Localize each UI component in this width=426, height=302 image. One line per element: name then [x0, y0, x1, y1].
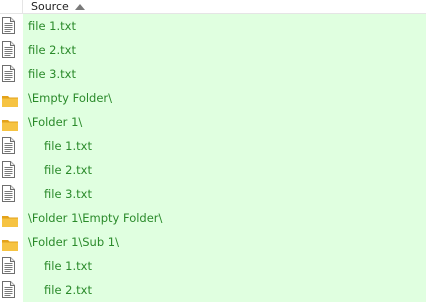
row-content[interactable]: file 1.txt: [23, 14, 426, 38]
column-header-bar: Source: [0, 0, 426, 14]
row-content[interactable]: file 2.txt: [23, 278, 426, 302]
row-content[interactable]: \Empty Folder\: [23, 86, 426, 110]
folder-icon: [2, 92, 18, 111]
row-content[interactable]: file 2.txt: [23, 158, 426, 182]
row-label: \Folder 1\Sub 1\: [28, 235, 119, 249]
row-content[interactable]: file 3.txt: [23, 182, 426, 206]
row-icon-cell: [0, 206, 23, 230]
folder-icon: [2, 116, 18, 135]
row-content[interactable]: \Folder 1\Sub 1\: [23, 230, 426, 254]
row-label: file 2.txt: [44, 283, 92, 297]
row-icon-cell: [0, 62, 23, 86]
text-file-icon: [2, 161, 15, 182]
text-file-icon: [2, 185, 15, 206]
text-file-icon: [2, 257, 15, 278]
row-label: \Folder 1\Empty Folder\: [28, 211, 163, 225]
row-content[interactable]: \Folder 1\: [23, 110, 426, 134]
row-label: \Empty Folder\: [28, 91, 113, 105]
row-content[interactable]: file 2.txt: [23, 38, 426, 62]
row-label: file 2.txt: [44, 163, 92, 177]
row-label: file 3.txt: [44, 187, 92, 201]
row-content[interactable]: \Folder 1\Empty Folder\: [23, 206, 426, 230]
text-file-icon: [2, 41, 15, 62]
folder-row[interactable]: \Folder 1\: [0, 110, 426, 134]
row-icon-cell: [0, 182, 23, 206]
folder-icon: [2, 236, 18, 255]
row-label: \Folder 1\: [28, 115, 83, 129]
folder-icon: [2, 212, 18, 231]
text-file-icon: [2, 137, 15, 158]
row-icon-cell: [0, 254, 23, 278]
row-label: file 1.txt: [28, 19, 76, 33]
file-row[interactable]: file 3.txt: [0, 62, 426, 86]
row-icon-cell: [0, 110, 23, 134]
row-content[interactable]: file 3.txt: [23, 62, 426, 86]
row-icon-cell: [0, 14, 23, 38]
row-icon-cell: [0, 86, 23, 110]
row-label: file 1.txt: [44, 259, 92, 273]
row-content[interactable]: file 1.txt: [23, 254, 426, 278]
row-icon-cell: [0, 230, 23, 254]
row-icon-cell: [0, 38, 23, 62]
source-column-label: Source: [31, 0, 69, 13]
source-column-header[interactable]: Source: [24, 0, 85, 14]
row-label: file 2.txt: [28, 43, 76, 57]
folder-row[interactable]: \Folder 1\Sub 1\: [0, 230, 426, 254]
row-content[interactable]: file 1.txt: [23, 134, 426, 158]
row-icon-cell: [0, 278, 23, 302]
sort-ascending-icon: [74, 4, 85, 10]
file-row[interactable]: file 2.txt: [0, 278, 426, 302]
text-file-icon: [2, 17, 15, 38]
file-row[interactable]: file 3.txt: [0, 182, 426, 206]
folder-row[interactable]: \Folder 1\Empty Folder\: [0, 206, 426, 230]
file-row[interactable]: file 1.txt: [0, 134, 426, 158]
row-icon-cell: [0, 158, 23, 182]
file-list: file 1.txt file 2.txt file 3.txt \Empty Fol…: [0, 14, 426, 302]
row-label: file 3.txt: [28, 67, 76, 81]
file-row[interactable]: file 1.txt: [0, 14, 426, 38]
text-file-icon: [2, 65, 15, 86]
folder-row[interactable]: \Empty Folder\: [0, 86, 426, 110]
file-row[interactable]: file 2.txt: [0, 158, 426, 182]
icon-column-header[interactable]: [0, 0, 23, 14]
row-label: file 1.txt: [44, 139, 92, 153]
file-row[interactable]: file 1.txt: [0, 254, 426, 278]
text-file-icon: [2, 281, 15, 302]
row-icon-cell: [0, 134, 23, 158]
file-row[interactable]: file 2.txt: [0, 38, 426, 62]
